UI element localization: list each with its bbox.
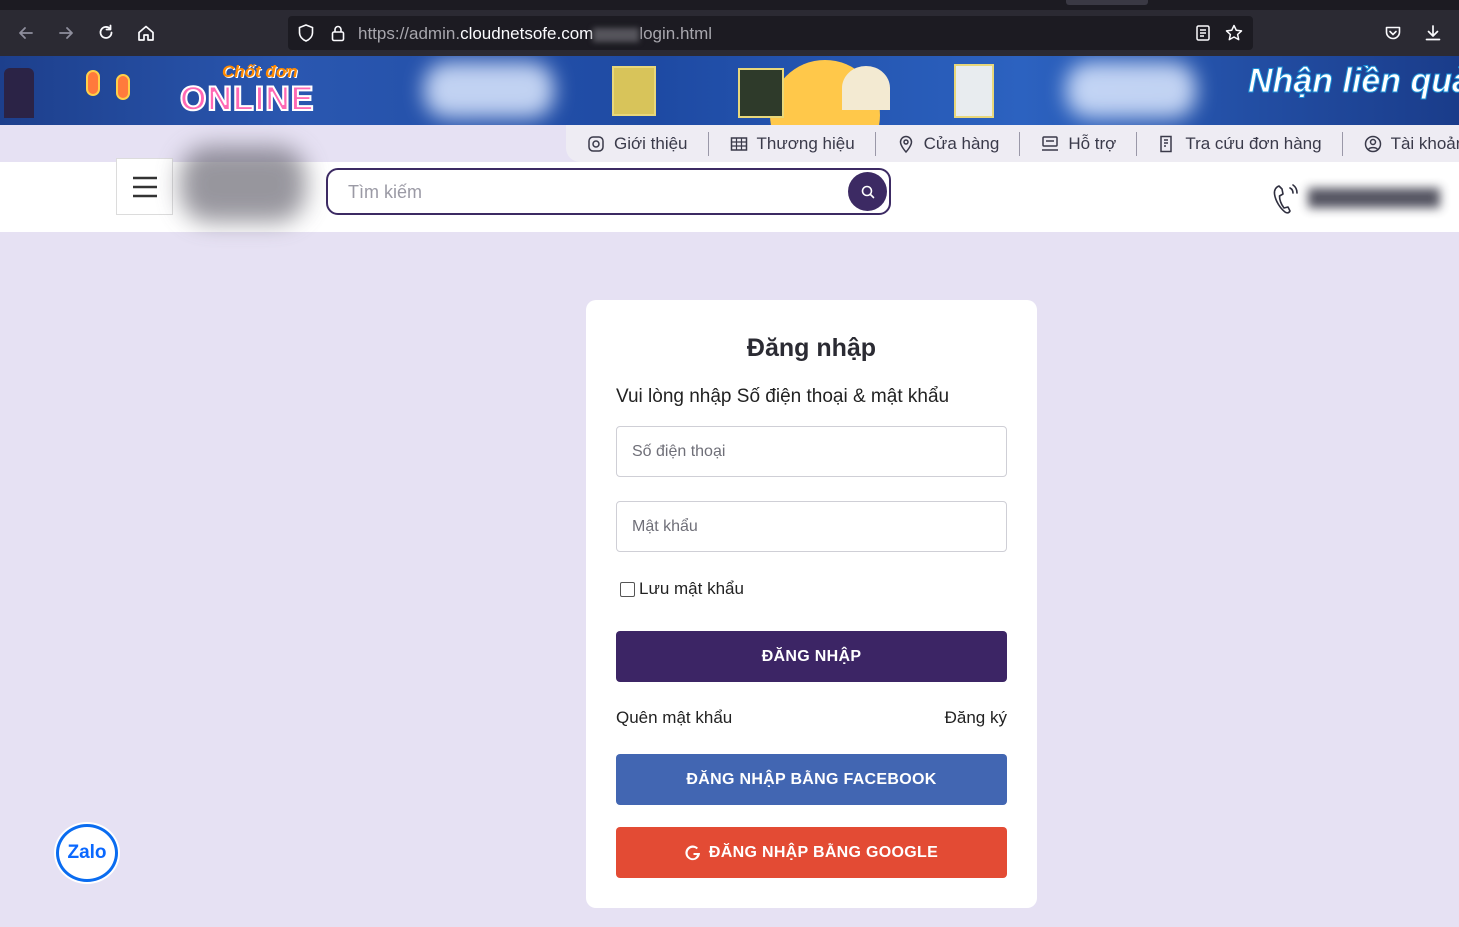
browser-toolbar: https://admin.cloudnetsofe.com login.html (0, 10, 1459, 56)
tracking-protection-shield-icon[interactable] (296, 23, 316, 43)
location-pin-icon (899, 135, 912, 153)
promo-online-logo: Chốt đơn ONLINE (179, 62, 340, 120)
search-icon (861, 185, 874, 198)
google-login-label: ĐĂNG NHẬP BẰNG GOOGLE (708, 843, 939, 861)
login-button-label: ĐĂNG NHẬP (761, 647, 862, 665)
back-icon[interactable] (14, 21, 38, 45)
fan-decoration (842, 66, 890, 110)
top-menu-label: Tra cứu đơn hàng (1185, 133, 1322, 153)
remember-password-checkbox[interactable]: Lưu mật khẩu (620, 579, 744, 599)
top-menu-label: Cửa hàng (923, 133, 1000, 153)
support-icon (1042, 135, 1059, 151)
site-header: Tìm kiếm (0, 146, 1459, 232)
search-box: Tìm kiếm (326, 168, 891, 215)
checkbox-box[interactable] (620, 581, 635, 597)
info-icon (588, 135, 604, 152)
login-card: Đăng nhập Vui lòng nhập Số điện thoại & … (586, 300, 1037, 908)
site-logo[interactable] (180, 146, 306, 222)
google-icon (685, 845, 700, 860)
hamburger-menu-button[interactable] (116, 158, 173, 215)
reader-view-icon[interactable] (1193, 23, 1213, 43)
browser-tab-strip (0, 0, 1459, 10)
hotline-number[interactable] (1308, 188, 1440, 208)
remember-password-label: Lưu mật khẩu (639, 579, 744, 598)
top-menu-item-brands[interactable]: Thương hiệu (709, 131, 876, 156)
top-menu-label: Tài khoản (1390, 133, 1459, 153)
top-menu-label: Giới thiệu (614, 133, 688, 153)
user-circle-icon (1364, 135, 1381, 152)
browser-tab[interactable] (1066, 0, 1148, 5)
forgot-password-link[interactable]: Quên mật khẩu (616, 708, 732, 728)
top-menu-label: Thương hiệu (756, 133, 855, 153)
promo-banner[interactable]: Chốt đơn ONLINE Nhận liền quà x (0, 56, 1459, 125)
phone-icon (1273, 184, 1298, 214)
lock-icon[interactable] (328, 23, 348, 43)
blurred-banner-region (1066, 62, 1196, 118)
phone-number-input[interactable] (616, 426, 1007, 477)
promo-right-text: Nhận liền quà x (1247, 62, 1459, 101)
top-menu-item-order-lookup[interactable]: Tra cứu đơn hàng (1137, 131, 1343, 156)
address-bar[interactable]: https://admin.cloudnetsofe.com login.html (288, 16, 1253, 50)
grid-icon (730, 136, 747, 151)
forward-icon[interactable] (54, 21, 78, 45)
promo-big-text: ONLINE (179, 79, 315, 119)
login-button[interactable]: ĐĂNG NHẬP (616, 631, 1007, 682)
product-image (738, 68, 784, 118)
top-menu: Giới thiệu Thương hiệu Cửa hàng Hỗ trợ T… (566, 125, 1459, 162)
top-menu-item-account[interactable]: Tài khoản (1343, 132, 1459, 156)
download-icon[interactable] (1421, 21, 1445, 45)
zalo-chat-button[interactable]: Zalo (56, 824, 118, 882)
product-image (612, 66, 656, 116)
lantern-decoration (86, 70, 100, 96)
facebook-login-button[interactable]: ĐĂNG NHẬP BẰNG FACEBOOK (616, 754, 1007, 805)
lantern-decoration (116, 74, 130, 100)
search-button[interactable] (848, 172, 887, 211)
zalo-label: Zalo (67, 842, 107, 863)
promo-small-text: Chốt đơn (222, 62, 298, 81)
bookmark-star-icon[interactable] (1224, 23, 1244, 43)
top-menu-label: Hỗ trợ (1068, 133, 1117, 153)
pocket-icon[interactable] (1381, 21, 1405, 45)
password-input[interactable] (616, 501, 1007, 552)
login-title: Đăng nhập (746, 334, 877, 362)
search-input[interactable]: Tìm kiếm (348, 182, 422, 203)
blurred-banner-region (424, 62, 554, 118)
hamburger-icon (132, 176, 157, 197)
temple-decoration (4, 68, 34, 118)
home-icon[interactable] (134, 21, 158, 45)
register-link[interactable]: Đăng ký (945, 708, 1007, 728)
url-text[interactable]: https://admin.cloudnetsofe.com login.html (358, 24, 712, 44)
login-subtitle: Vui lòng nhập Số điện thoại & mật khẩu (616, 386, 950, 407)
reload-icon[interactable] (94, 21, 118, 45)
top-menu-item-support[interactable]: Hỗ trợ (1020, 131, 1138, 156)
qr-code-icon (1160, 135, 1173, 152)
top-menu-item-stores[interactable]: Cửa hàng (876, 131, 1021, 156)
facebook-login-label: ĐĂNG NHẬP BẰNG FACEBOOK (686, 770, 937, 788)
product-image (954, 64, 994, 118)
top-menu-item-intro[interactable]: Giới thiệu (566, 131, 709, 156)
google-login-button[interactable]: ĐĂNG NHẬP BẰNG GOOGLE (616, 827, 1007, 878)
